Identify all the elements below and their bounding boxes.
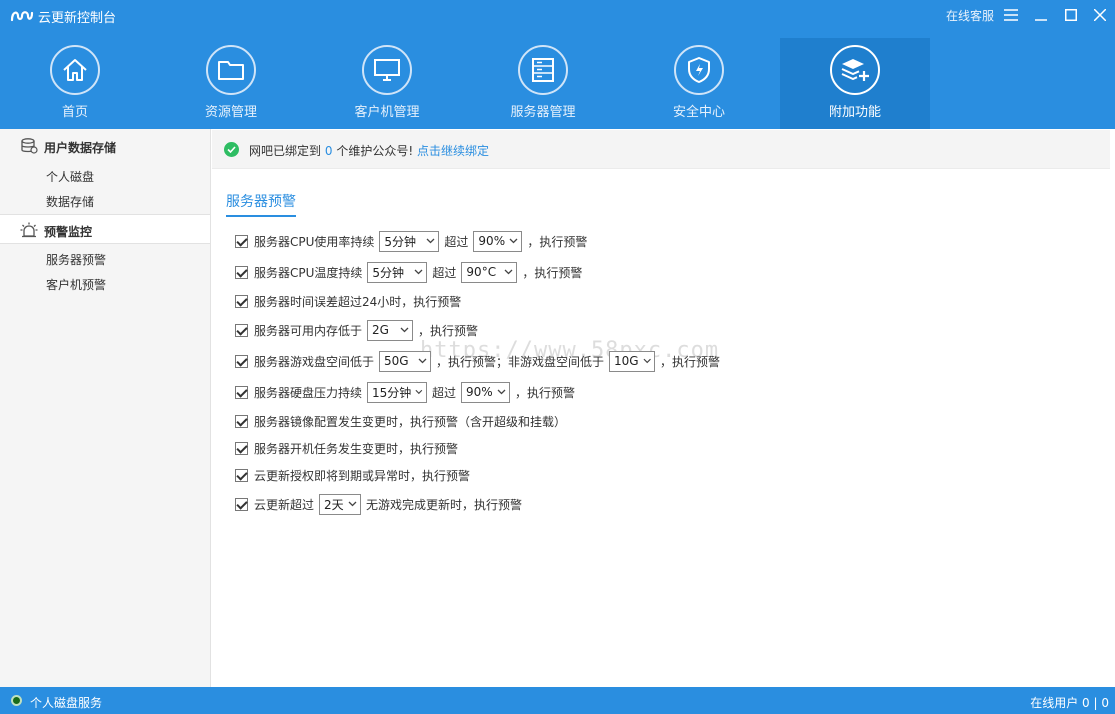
rule-checkbox[interactable] (235, 414, 248, 428)
online-service-link[interactable]: 在线客服 (946, 7, 994, 24)
rule-disk-space: 服务器游戏盘空间低于 50G ，执行预警；非游戏盘空间低于 10G ，执行预警 (235, 350, 720, 372)
app-title: 云更新控制台 (38, 11, 117, 26)
rule-checkbox[interactable] (235, 497, 248, 511)
server-icon (532, 58, 554, 82)
sidebar-item-server-alert[interactable]: 服务器预警 (46, 251, 106, 268)
duration-select[interactable]: 5分钟 (367, 261, 428, 283)
bind-notice: 网吧已绑定到 0 个维护公众号! 点击继续绑定 (212, 130, 1110, 169)
rule-checkbox[interactable] (235, 385, 248, 399)
sidebar-group-alert-monitor[interactable]: 预警监控 (0, 214, 210, 244)
threshold-select[interactable]: 90% (461, 381, 511, 403)
notice-count: 0 (324, 144, 333, 158)
folder-icon (218, 61, 244, 80)
nav-label: 首页 (61, 105, 88, 120)
sidebar-group-label: 预警监控 (44, 225, 93, 239)
alarm-icon (20, 222, 38, 238)
app-header: 云更新控制台 在线客服 首页 资源管理 客户机管理 服务器管理 安全中心 附加功… (0, 0, 1115, 129)
notice-suffix: 个维护公众号! (336, 144, 414, 158)
check-circle-icon (224, 142, 239, 157)
rule-cpu-temp: 服务器CPU温度持续 5分钟 超过 90°C ，执行预警 (235, 261, 582, 283)
game-disk-select[interactable]: 50G (379, 350, 432, 372)
rule-checkbox[interactable] (235, 234, 248, 248)
rule-checkbox[interactable] (235, 323, 248, 337)
monitor-icon (374, 59, 400, 81)
nav-resources[interactable]: 资源管理 (156, 38, 306, 129)
hamburger-icon (1004, 9, 1018, 21)
minimize-icon (1035, 19, 1047, 21)
threshold-select[interactable]: 90°C (461, 261, 518, 283)
close-button[interactable] (1090, 5, 1110, 25)
threshold-select[interactable]: 90% (473, 230, 523, 252)
chevron-down-icon (400, 327, 409, 333)
sidebar-item-data-storage[interactable]: 数据存储 (46, 193, 94, 210)
nav-servers[interactable]: 服务器管理 (468, 38, 618, 129)
chevron-down-icon (426, 238, 435, 244)
notice-prefix: 网吧已绑定到 (249, 144, 322, 158)
status-bar: 个人磁盘服务 在线用户 0 | 0 (0, 687, 1115, 714)
nav-addons[interactable]: 附加功能 (780, 38, 930, 129)
sidebar-group-label: 用户数据存储 (44, 141, 117, 155)
main-nav: 首页 资源管理 客户机管理 服务器管理 安全中心 附加功能 (0, 38, 1115, 129)
nav-label: 资源管理 (204, 105, 257, 120)
chevron-down-icon (497, 389, 506, 395)
minimize-button[interactable] (1031, 5, 1051, 25)
nav-home[interactable]: 首页 (0, 38, 150, 129)
rule-disk-pressure: 服务器硬盘压力持续 15分钟 超过 90% ，执行预警 (235, 381, 575, 403)
title-bar: 云更新控制台 在线客服 (0, 0, 1115, 30)
home-icon (63, 59, 87, 81)
layers-plus-icon (841, 59, 869, 81)
menu-button[interactable] (1001, 5, 1021, 25)
other-disk-select[interactable]: 10G (609, 350, 656, 372)
rule-time-drift: 服务器时间误差超过24小时，执行预警 (235, 290, 461, 312)
status-service: 个人磁盘服务 (30, 696, 103, 710)
chevron-down-icon (418, 358, 427, 364)
bind-more-link[interactable]: 点击继续绑定 (417, 144, 489, 158)
app-logo-icon (10, 11, 34, 22)
sidebar-item-client-alert[interactable]: 客户机预警 (46, 276, 106, 293)
days-select[interactable]: 2天 (319, 493, 362, 515)
rule-checkbox[interactable] (235, 441, 248, 455)
maximize-button[interactable] (1061, 5, 1081, 25)
chevron-down-icon (504, 269, 513, 275)
shield-icon (688, 57, 710, 83)
rule-checkbox[interactable] (235, 294, 248, 308)
section-title: 服务器预警 (226, 191, 296, 217)
rule-image-config: 服务器镜像配置发生变更时，执行预警（含开超级和挂载） (235, 410, 566, 432)
chevron-down-icon (348, 501, 357, 507)
notice-text: 网吧已绑定到 0 个维护公众号! 点击继续绑定 (249, 142, 489, 159)
rule-checkbox[interactable] (235, 354, 248, 368)
duration-select[interactable]: 5分钟 (379, 230, 440, 252)
rule-no-update: 云更新超过 2天 无游戏完成更新时，执行预警 (235, 493, 522, 515)
rule-memory: 服务器可用内存低于 2G ，执行预警 (235, 319, 478, 341)
status-indicator-icon (11, 695, 22, 706)
rule-checkbox[interactable] (235, 468, 248, 482)
memory-select[interactable]: 2G (367, 319, 414, 341)
nav-label: 安全中心 (672, 105, 725, 120)
maximize-icon (1065, 9, 1077, 21)
sidebar: 用户数据存储 个人磁盘 数据存储 预警监控 服务器预警 客户机预警 (0, 129, 211, 687)
rule-checkbox[interactable] (235, 265, 248, 279)
status-online-users: 在线用户 0 | 0 (1030, 696, 1109, 710)
rule-license: 云更新授权即将到期或异常时，执行预警 (235, 464, 470, 486)
nav-label: 服务器管理 (510, 105, 576, 120)
close-icon (1094, 9, 1106, 21)
duration-select[interactable]: 15分钟 (367, 381, 428, 403)
nav-security[interactable]: 安全中心 (624, 38, 774, 129)
rule-cpu-usage: 服务器CPU使用率持续 5分钟 超过 90% ，执行预警 (235, 230, 587, 252)
chevron-down-icon (509, 238, 518, 244)
chevron-down-icon (414, 269, 423, 275)
nav-clients[interactable]: 客户机管理 (312, 38, 462, 129)
nav-label: 附加功能 (828, 105, 881, 120)
sidebar-group-user-data[interactable]: 用户数据存储 (0, 131, 210, 161)
chevron-down-icon (643, 358, 651, 364)
nav-label: 客户机管理 (354, 105, 420, 120)
database-icon (21, 138, 38, 154)
rule-boot-task: 服务器开机任务发生变更时，执行预警 (235, 437, 458, 459)
chevron-down-icon (415, 389, 423, 395)
sidebar-item-personal-disk[interactable]: 个人磁盘 (46, 168, 94, 185)
